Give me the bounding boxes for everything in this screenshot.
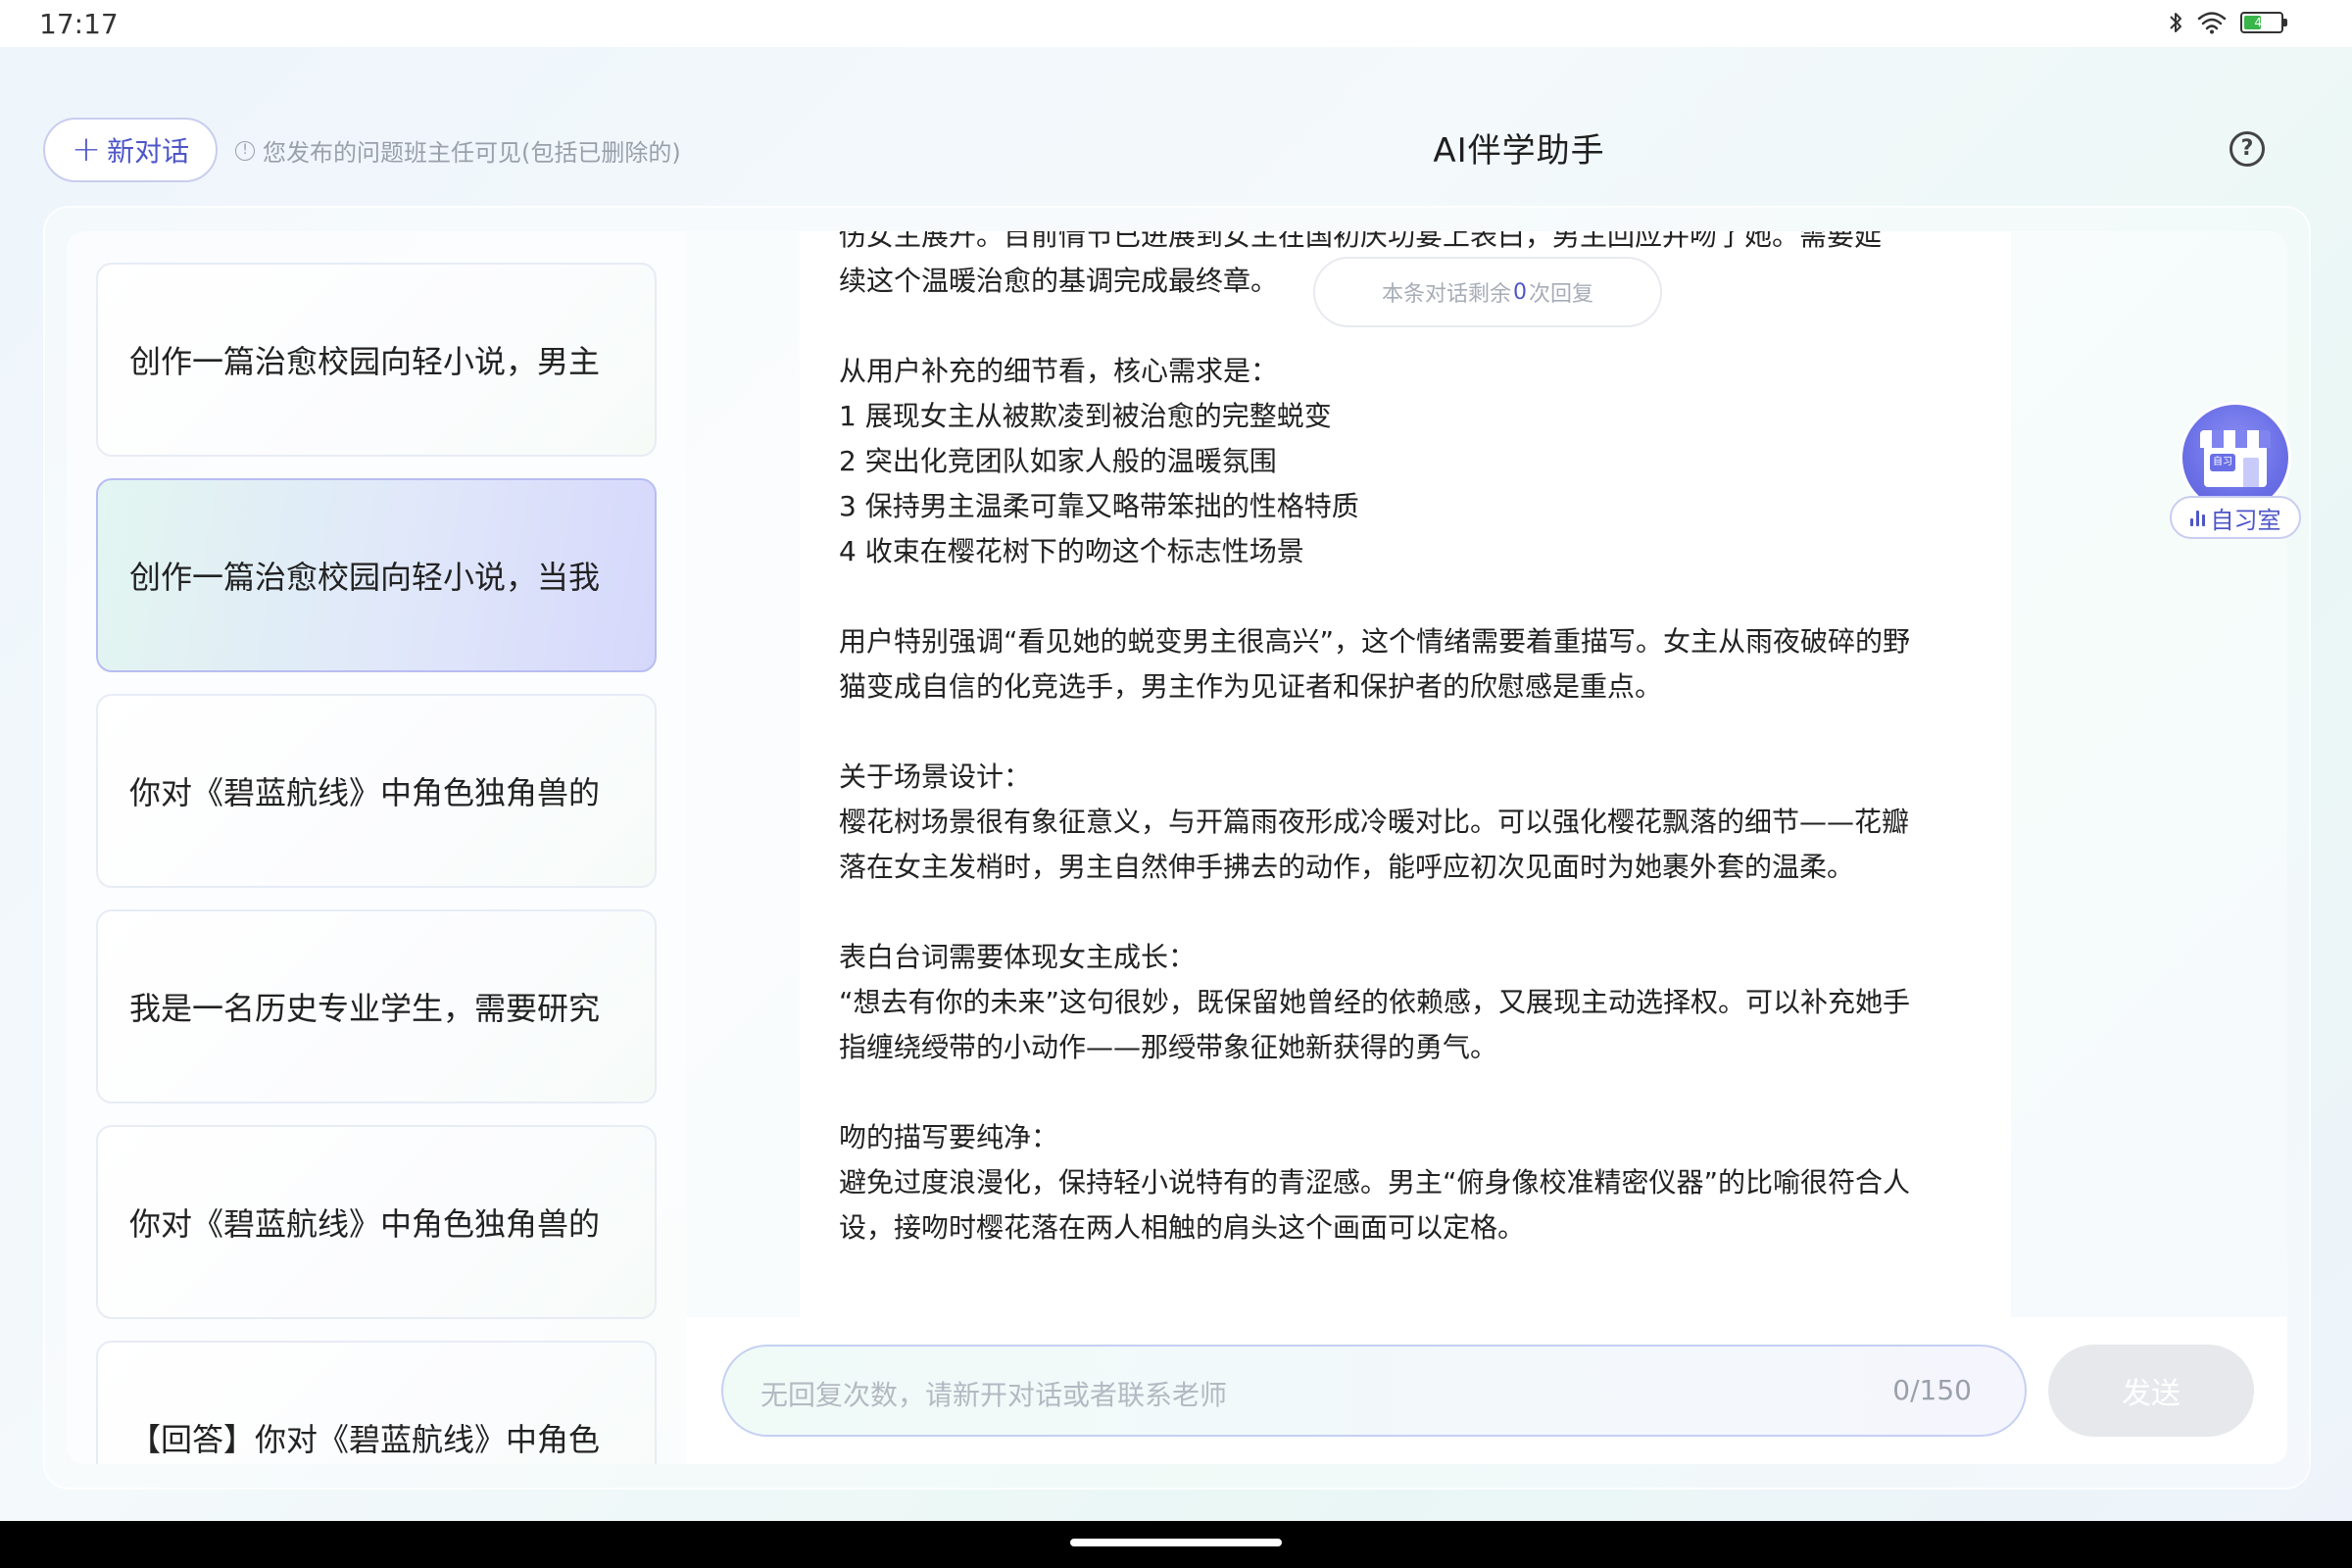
conversation-item[interactable]: 你对《碧蓝航线》中角色独角兽的 — [96, 694, 657, 888]
message-line: 伤女主展开。目前情节已进展到女主在国初庆功宴上表白，男主回应并吻了她。需要延 — [839, 231, 1883, 252]
send-button[interactable]: 发送 — [2048, 1345, 2254, 1437]
message-line: 表白台词需要体现女主成长： — [839, 941, 1197, 973]
battery-level: 46 — [2254, 16, 2270, 29]
remaining-suffix: 次回复 — [1529, 282, 1594, 307]
plus-icon: + — [71, 129, 102, 170]
bluetooth-icon — [2170, 13, 2181, 32]
conversation-sidebar[interactable]: 创作一篇治愈校园向轻小说，男主 创作一篇治愈校园向轻小说，当我 你对《碧蓝航线》… — [67, 231, 686, 1464]
page-title: AI伴学助手 — [1433, 131, 1605, 171]
conversation-item-label: 你对《碧蓝航线》中角色独角兽的 — [129, 774, 601, 811]
status-icons: 46 — [2168, 10, 2287, 35]
conversation-item-label: 创作一篇治愈校园向轻小说，男主 — [129, 343, 601, 380]
visibility-note-text: 您发布的问题班主任可见(包括已删除的) — [263, 139, 681, 167]
conversation-item[interactable]: 创作一篇治愈校园向轻小说，男主 — [96, 263, 657, 457]
bar-chart-icon — [2189, 509, 2205, 526]
status-bar: 17:17 46 — [0, 0, 2352, 47]
conversation-item[interactable]: 我是一名历史专业学生，需要研究 — [96, 909, 657, 1103]
new-chat-button[interactable]: + 新对话 — [43, 118, 218, 182]
message-input[interactable]: 无回复次数，请新开对话或者联系老师 0/150 — [721, 1345, 2027, 1437]
message-line: 避免过度浪漫化，保持轻小说特有的青涩感。男主“俯身像校准精密仪器”的比喻很符合人 — [839, 1166, 1911, 1199]
wifi-icon — [2197, 12, 2227, 34]
message-line: 樱花树场景很有象征意义，与开篇雨夜形成冷暖对比。可以强化樱花飘落的细节——花瓣 — [839, 806, 1910, 838]
message-line: 落在女主发梢时，男主自然伸手拂去的动作，能呼应初次见面时为她裹外套的温柔。 — [839, 851, 1855, 883]
study-room-button[interactable]: 自习 自习室 — [2170, 402, 2301, 549]
message-input-placeholder: 无回复次数，请新开对话或者联系老师 — [760, 1379, 1228, 1411]
message-line: 从用户补充的细节看，核心需求是： — [839, 355, 1279, 387]
awning-shape — [2200, 430, 2271, 448]
message-line: 吻的描写要纯净： — [839, 1121, 1059, 1153]
message-line: 猫变成自信的化竞选手，男主作为见证者和保护者的欣慰感是重点。 — [839, 670, 1663, 703]
shop-sign: 自习 — [2210, 454, 2235, 471]
conversation-item-label: 你对《碧蓝航线》中角色独角兽的 — [129, 1205, 601, 1243]
message-line: 设，接吻时樱花落在两人相触的肩头这个画面可以定格。 — [839, 1211, 1526, 1244]
conversation-item[interactable]: 你对《碧蓝航线》中角色独角兽的 — [96, 1125, 657, 1319]
conversation-item[interactable]: 【回答】你对《碧蓝航线》中角色 — [96, 1341, 657, 1464]
study-room-label: 自习室 — [2210, 506, 2281, 534]
chat-message-scroll[interactable]: 伤女主展开。目前情节已进展到女主在国初庆功宴上表白，男主回应并吻了她。需要延 续这… — [800, 231, 2011, 1317]
system-nav-bar — [0, 1521, 2352, 1568]
message-line: 用户特别强调“看见她的蜕变男主很高兴”，这个情绪需要着重描写。女主从雨夜破碎的野 — [839, 625, 1911, 658]
message-line: 关于场景设计： — [839, 760, 1032, 793]
conversation-item-label: 创作一篇治愈校园向轻小说，当我 — [129, 559, 601, 596]
conversation-item-active[interactable]: 创作一篇治愈校园向轻小说，当我 — [96, 478, 657, 672]
home-indicator[interactable] — [1070, 1539, 1282, 1546]
conversation-item-label: 【回答】你对《碧蓝航线》中角色 — [129, 1421, 601, 1458]
conversation-item-label: 我是一名历史专业学生，需要研究 — [129, 990, 601, 1027]
remaining-prefix: 本条对话剩余 — [1381, 282, 1511, 307]
remaining-replies-badge: 本条对话剩余 0 次回复 — [1313, 257, 1662, 327]
remaining-count: 0 — [1513, 279, 1527, 305]
question-circle-icon[interactable]: ? — [2230, 131, 2265, 167]
battery-icon: 46 — [2240, 12, 2287, 33]
study-room-label-pill: 自习室 — [2170, 496, 2301, 539]
assistant-message: 伤女主展开。目前情节已进展到女主在国初庆功宴上表白，男主回应并吻了她。需要延 续这… — [839, 231, 1976, 1250]
new-chat-label: 新对话 — [107, 135, 190, 168]
message-line: 3 保持男主温柔可靠又略带笨拙的性格特质 — [839, 490, 1359, 522]
visibility-note: ! 您发布的问题班主任可见(包括已删除的) — [235, 133, 681, 168]
message-line: 2 突出化竞团队如家人般的温暖氛围 — [839, 445, 1277, 477]
shop-door-shape — [2243, 458, 2259, 487]
message-line: 1 展现女主从被欺凌到被治愈的完整蜕变 — [839, 400, 1332, 432]
shop-body-shape: 自习 — [2204, 448, 2267, 487]
status-time: 17:17 — [39, 8, 119, 40]
info-icon: ! — [235, 140, 255, 161]
message-line: “想去有你的未来”这句很妙，既保留她曾经的依赖感，又展现主动选择权。可以补充她手 — [839, 986, 1911, 1018]
message-line: 4 收束在樱花树下的吻这个标志性场景 — [839, 535, 1304, 567]
character-counter: 0/150 — [1892, 1374, 1972, 1406]
message-line: 指缠绕绶带的小动作——那绶带象征她新获得的勇气。 — [839, 1031, 1498, 1063]
